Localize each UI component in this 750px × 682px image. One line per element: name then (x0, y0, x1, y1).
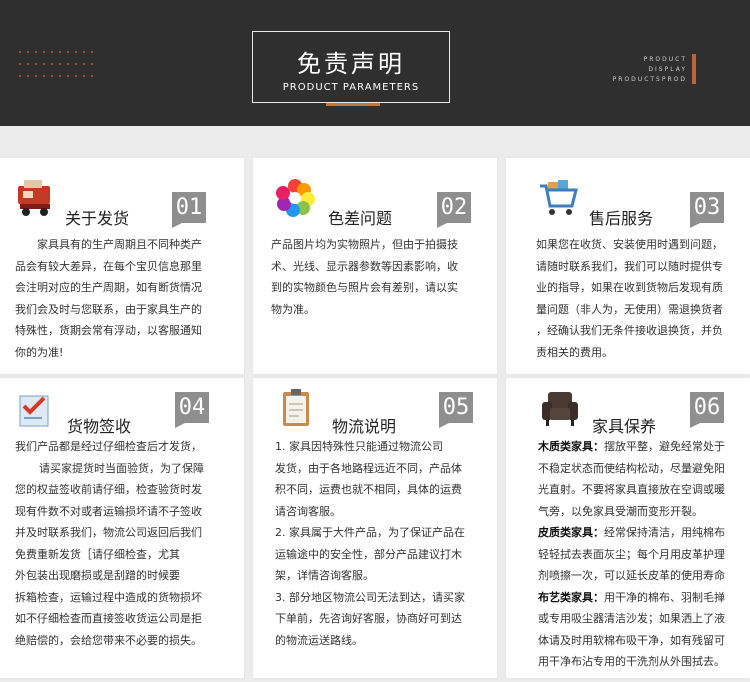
card-after-sales: 售后服务 03 如果您在收货、安装使用时遇到问题， 请随时联系我们，我们可以随时… (506, 158, 750, 374)
text-line: 请咨询客服。 (275, 504, 341, 518)
card-title: 关于发货 (65, 209, 130, 228)
text-line: 现有件数不对或者运输损坏请不子签收 (15, 504, 202, 518)
title-frame: 免责声明 PRODUCT PARAMETERS (252, 31, 450, 103)
text-line: 并及时联系我们，物流公司返回后我们 (15, 526, 202, 539)
card-body: 我们产品都是经过仔细检查后才发货， 请买家提货时当面验货，为了保障 您的权益签收… (15, 436, 241, 651)
text-line: 积不同，运费也就不相同，具体的运费 (275, 483, 462, 496)
card-number-badge: 03 (690, 192, 724, 228)
text-line: 物为准。 (271, 302, 315, 316)
card-title: 售后服务 (589, 209, 654, 228)
card-color-difference: 色差问题 02 产品图片均为实物照片，但由于拍摄技 术、光线、显示器参数等因素影… (253, 158, 497, 374)
card-number-badge: 02 (437, 192, 471, 228)
text-line: 到的实物颜色与照片会有差别，请以实 (271, 281, 458, 294)
shopping-cart-icon (536, 176, 580, 220)
text-line: 如果您在收货、安装使用时遇到问题， (536, 238, 723, 251)
card-delivery: 关于发货 01 家具具有的生产周期且不同种类产 品会有较大差异，在每个宝贝信息那… (0, 158, 244, 374)
card-title: 色差问题 (328, 209, 393, 228)
text-line: 我们产品都是经过仔细检查后才发货， (15, 440, 202, 453)
title-accent-bar (326, 103, 380, 106)
armchair-icon (538, 386, 582, 430)
card-title: 家具保养 (592, 417, 657, 436)
text-line: 如不仔细检查而直接签收货运公司是拒 (15, 612, 202, 625)
text-line: 请买家提货时当面验货，为了保障 (39, 461, 204, 475)
text-line: 请随时联系我们，我们可以随时提供专 (536, 259, 723, 273)
side-label-line: PRODUCTSPROD (612, 76, 687, 83)
text-line: 下单前，先咨询好客服，协商好可到达 (275, 612, 462, 625)
text-line: 产品图片均为实物照片，但由于拍摄技 (271, 238, 458, 251)
text-line: 责相关的费用。 (536, 345, 613, 359)
card-number-badge: 06 (690, 392, 724, 428)
text-line: 绝赔偿的，会给您带来不必要的损失。 (15, 633, 202, 647)
card-number-badge: 04 (175, 392, 209, 428)
color-palette-icon (273, 176, 317, 220)
text-line: 轻轻拭去表面灰尘；每个月用皮革护理 (538, 547, 725, 561)
side-label: PRODUCT DISPLAY PRODUCTSPROD (613, 55, 687, 85)
page-subtitle: PRODUCT PARAMETERS (282, 82, 420, 93)
text-line: 光直射。不要将家具直接放在空调或暖 (538, 483, 725, 496)
side-label-line: DISPLAY (648, 66, 687, 73)
text-line: 我们会及时与您联系，由于家具生产的 (15, 302, 202, 316)
text-line: 3. 部分地区物流公司无法到达，请买家 (275, 590, 465, 604)
text-line: 拆箱检查，运输过程中造成的货物损坏 (15, 590, 202, 604)
text-line: 剂喷擦一次，可以延长皮革的使用寿命 (538, 569, 725, 582)
text-line: 运输途中的安全性，部分产品建议打木 (275, 547, 462, 561)
text-line: ，经确认我们无条件接收退换货，并负 (536, 324, 723, 337)
text-line: 用干净布沾专用的干洗剂从外围拭去。 (538, 655, 725, 668)
care-category-label: 布艺类家具： (538, 590, 604, 604)
text-line: 业的指导，如果在收到货物后发现有质 (536, 281, 723, 294)
text-line: 布艺类家具：用干净的棉布、羽制毛掸 (538, 590, 725, 604)
card-body: 产品图片均为实物照片，但由于拍摄技 术、光线、显示器参数等因素影响，收 到的实物… (271, 234, 493, 320)
care-category-label: 皮质类家具： (538, 526, 604, 539)
text-line: 的物流运送路线。 (275, 633, 363, 647)
card-body: 木质类家具：摆放平整，避免经常处于 不稳定状态而使结构松动，尽量避免阳 光直射。… (538, 436, 750, 673)
text-line: 你的为准! (15, 345, 64, 359)
text-line: 家具具有的生产周期且不同种类产 (37, 238, 202, 251)
text-line: 体请及时用软棉布吸干净，如有残留可 (538, 633, 725, 647)
text-line: 架，详情咨询客服。 (275, 569, 374, 582)
care-category-label: 木质类家具： (538, 440, 604, 453)
text-line: 特殊性，货期会常有浮动，以客服通知 (15, 324, 202, 337)
side-label-line: PRODUCT (643, 56, 687, 63)
side-accent-bar (692, 54, 696, 84)
text-line: 1. 家具因特殊性只能通过物流公司 (275, 440, 443, 453)
text-line: 发货，由于各地路程远近不同，产品体 (275, 461, 462, 475)
text-line: 品会有较大差异，在每个宝贝信息那里 (15, 259, 202, 273)
delivery-truck-icon (14, 176, 58, 220)
text-line: 或专用吸尘器清洁沙发；如果洒上了液 (538, 612, 725, 625)
sign-checklist-icon (14, 388, 58, 432)
text-line: 皮质类家具：经常保持清洁，用纯棉布 (538, 526, 725, 539)
text-line: 气旁，以免家具受潮而变形开裂。 (538, 504, 703, 518)
page-title: 免责声明 (297, 50, 405, 78)
text-line: 免费重新发货［请仔细检查，尤其 (15, 547, 180, 561)
card-body: 1. 家具因特殊性只能通过物流公司 发货，由于各地路程远近不同，产品体 积不同，… (275, 436, 495, 651)
card-logistics: 物流说明 05 1. 家具因特殊性只能通过物流公司 发货，由于各地路程远近不同，… (253, 378, 497, 678)
card-title: 物流说明 (332, 417, 397, 436)
text-line: 2. 家具属于大件产品，为了保证产品在 (275, 526, 465, 539)
text-line: 木质类家具：摆放平整，避免经常处于 (538, 440, 725, 453)
text-line: 外包装出现磨损或是刮蹭的时候要 (15, 569, 180, 582)
text-line: 术、光线、显示器参数等因素影响，收 (271, 259, 458, 273)
text-line: 不稳定状态而使结构松动，尽量避免阳 (538, 461, 725, 475)
text-line: 量问题（非人为，无使用）需退换货者 (536, 302, 723, 316)
text-line: 您的权益签收前请仔细，检查验货时发 (15, 483, 202, 496)
card-body: 家具具有的生产周期且不同种类产 品会有较大差异，在每个宝贝信息那里 会注明对应的… (15, 234, 239, 363)
card-sign-for: 货物签收 04 我们产品都是经过仔细检查后才发货， 请买家提货时当面验货，为了保… (0, 378, 244, 678)
card-body: 如果您在收货、安装使用时遇到问题， 请随时联系我们，我们可以随时提供专 业的指导… (536, 234, 750, 363)
header-banner: 免责声明 PRODUCT PARAMETERS PRODUCT DISPLAY … (0, 0, 750, 126)
info-grid: 关于发货 01 家具具有的生产周期且不同种类产 品会有较大差异，在每个宝贝信息那… (0, 126, 750, 682)
clipboard-icon (275, 386, 319, 430)
card-title: 货物签收 (67, 417, 132, 436)
text-line: 会注明对应的生产周期，如有断货情况 (15, 281, 202, 294)
card-furniture-care: 家具保养 06 木质类家具：摆放平整，避免经常处于 不稳定状态而使结构松动，尽量… (506, 378, 750, 678)
card-number-badge: 01 (172, 192, 206, 228)
card-number-badge: 05 (439, 392, 473, 428)
decorative-dot-grid (16, 46, 94, 84)
